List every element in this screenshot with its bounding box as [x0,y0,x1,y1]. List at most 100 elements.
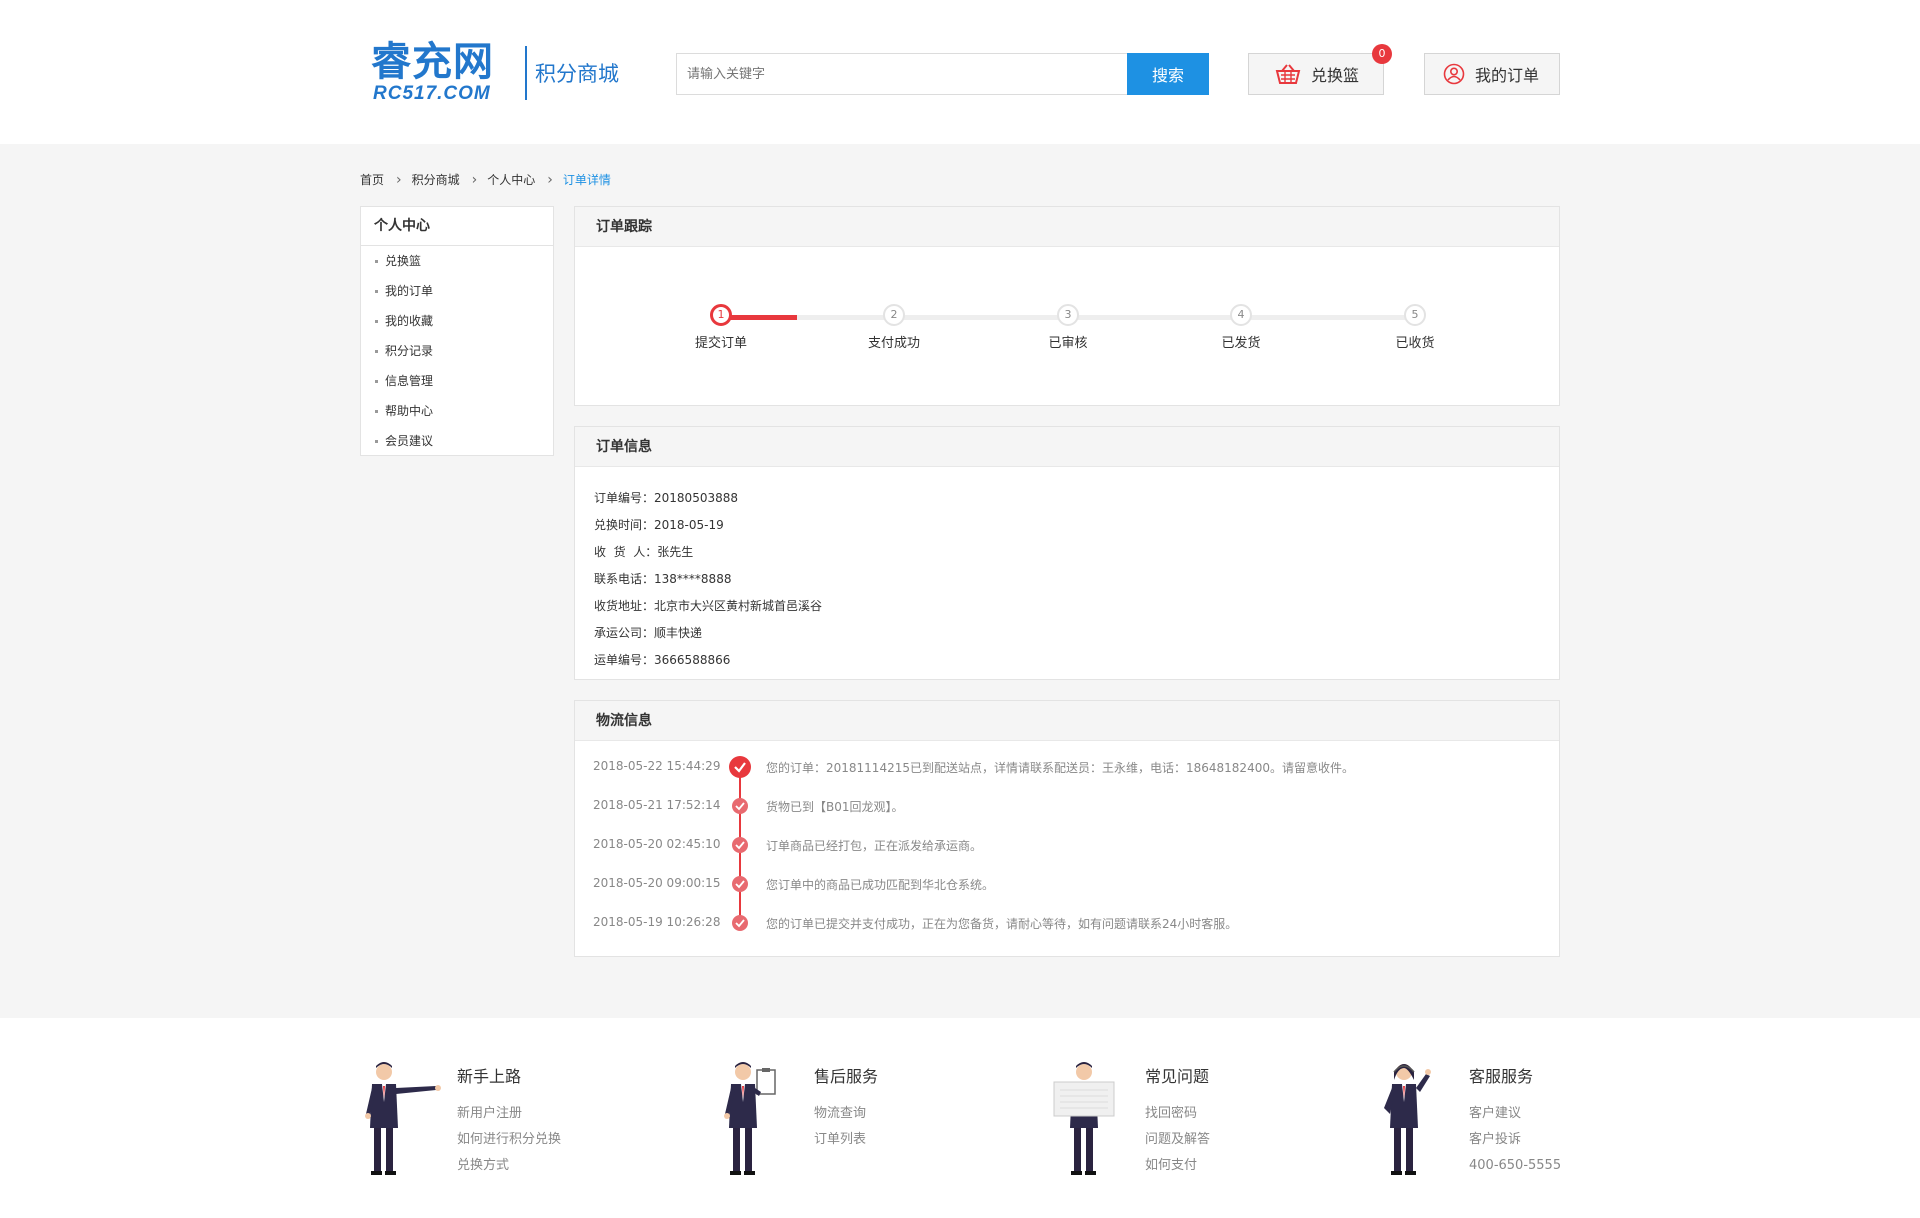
step-label: 支付成功 [867,336,920,351]
info-row-receiver: 收 货 人：张先生 [594,545,694,559]
pointing-man-illustration [365,1062,441,1175]
entry-time: 2018-05-21 17:52:14 [593,798,721,812]
chevron-right-icon: › [547,171,553,188]
sidebar-title: 个人中心 [361,207,553,246]
user-icon [1443,63,1465,85]
step-number: 5 [1404,304,1426,326]
sidebar-item-points[interactable]: 积分记录 [361,336,553,366]
footer-title: 新手上路 [457,1067,522,1086]
chevron-right-icon: › [396,171,402,188]
footer-link-reset-password[interactable]: 找回密码 [1145,1101,1210,1127]
check-icon [732,876,748,892]
search-button[interactable]: 搜索 [1127,53,1209,95]
entry-time: 2018-05-19 10:26:28 [593,915,721,929]
entry-text: 订单商品已经打包，正在派发给承运商。 [766,839,983,853]
entry-text: 货物已到【B01回龙观】。 [766,800,904,814]
panel-title: 订单跟踪 [575,207,1559,247]
breadcrumb-mall[interactable]: 积分商城 [412,171,460,188]
footer-link-orders[interactable]: 订单列表 [814,1127,866,1153]
footer-link-how-to-redeem[interactable]: 如何进行积分兑换 [457,1127,561,1153]
order-info-list: 订单编号：20180503888 兑换时间：2018-05-19 收 货 人：张… [575,467,1559,674]
panel-title: 物流信息 [575,701,1559,741]
sidebar-item-orders[interactable]: 我的订单 [361,276,553,306]
logo-text-en: RC517.COM [373,83,491,104]
step-4: 4 已发货 [1181,304,1301,351]
logistics-panel: 物流信息 2018-05-22 15:44:29 您的订单：2018111421… [574,700,1560,957]
step-number: 4 [1230,304,1252,326]
step-5: 5 已收货 [1355,304,1475,351]
footer-column-service: 客服服务 客户建议 客户投诉 400-650-5555 [1374,1048,1634,1178]
chevron-right-icon: › [471,171,478,188]
timeline-entry: 2018-05-19 10:26:28 您的订单已提交并支付成功，正在为您备货，… [575,905,1559,944]
step-3: 3 已审核 [1008,304,1128,351]
footer-link-register[interactable]: 新用户注册 [457,1101,561,1127]
entry-text: 您的订单已提交并支付成功，正在为您备货，请耐心等待，如有问题请联系24小时客服。 [766,917,1238,931]
info-row-date: 兑换时间：2018-05-19 [594,518,724,532]
entry-text: 您的订单：20181114215已到配送站点，详情请联系配送员：王永维，电话：1… [766,761,1354,775]
entry-time: 2018-05-22 15:44:29 [593,759,721,773]
sidebar-item-help[interactable]: 帮助中心 [361,396,553,426]
breadcrumb-current: 订单详情 [562,173,611,187]
sidebar-item-suggestion[interactable]: 会员建议 [361,426,553,456]
progress-steps: 1 提交订单 2 支付成功 3 已审核 4 已发货 5 已收货 [575,247,1559,405]
timeline-entry: 2018-05-22 15:44:29 您的订单：20181114215已到配送… [575,749,1559,788]
site-logo[interactable]: 睿充网 RC517.COM 积分商城 [371,40,641,104]
breadcrumb: 首页 › 积分商城 › 个人中心 › 订单详情 [360,171,611,188]
timeline-entry: 2018-05-20 02:45:10 订单商品已经打包，正在派发给承运商。 [575,827,1559,866]
footer-title: 客服服务 [1469,1067,1534,1086]
check-icon [732,915,748,931]
main-area: 首页 › 积分商城 › 个人中心 › 订单详情 个人中心 兑换篮 我的订单 我的… [0,144,1920,1018]
footer-column-newbie: 新手上路 新用户注册 如何进行积分兑换 兑换方式 [358,1048,618,1178]
footer-link-how-to-pay[interactable]: 如何支付 [1145,1153,1210,1179]
logistics-timeline: 2018-05-22 15:44:29 您的订单：20181114215已到配送… [575,741,1559,944]
step-label: 提交订单 [694,336,747,351]
panel-title: 订单信息 [575,427,1559,467]
footer-hotline: 400-650-5555 [1469,1158,1562,1173]
footer-link-redeem-methods[interactable]: 兑换方式 [457,1153,561,1179]
footer-link-qa[interactable]: 问题及解答 [1145,1127,1210,1153]
footer-column-faq: 常见问题 找回密码 问题及解答 如何支付 [1050,1048,1310,1178]
search-input[interactable] [676,53,1127,95]
step-label: 已发货 [1221,336,1261,351]
step-number: 1 [710,304,732,326]
footer-title: 常见问题 [1145,1067,1210,1086]
timeline-entry: 2018-05-21 17:52:14 货物已到【B01回龙观】。 [575,788,1559,827]
sidebar-item-cart[interactable]: 兑换篮 [361,246,553,276]
step-number: 3 [1057,304,1079,326]
footer-link-complaint[interactable]: 客户投诉 [1469,1127,1561,1153]
info-row-order-no: 订单编号：20180503888 [594,491,738,505]
logo-divider [525,46,527,100]
check-icon [732,837,748,853]
breadcrumb-home[interactable]: 首页 [360,171,384,188]
entry-time: 2018-05-20 02:45:10 [593,837,721,851]
my-orders-label: 我的订单 [1475,66,1540,85]
cart-label: 兑换篮 [1311,66,1360,85]
footer-links: 客户建议 客户投诉 400-650-5555 [1469,1101,1561,1179]
order-info-panel: 订单信息 订单编号：20180503888 兑换时间：2018-05-19 收 … [574,426,1560,680]
sidebar-item-info[interactable]: 信息管理 [361,366,553,396]
header: 睿充网 RC517.COM 积分商城 搜索 兑换篮 0 我的订单 [0,0,1920,144]
sign-man-illustration [1053,1062,1115,1175]
footer: 新手上路 新用户注册 如何进行积分兑换 兑换方式 售后服务 物流查询 订单列表 [0,1018,1920,1218]
step-label: 已收货 [1395,336,1435,351]
breadcrumb-center[interactable]: 个人中心 [487,171,535,188]
sidebar-item-favorites[interactable]: 我的收藏 [361,306,553,336]
order-tracking-panel: 订单跟踪 1 提交订单 2 支付成功 3 已审核 4 已发货 5 已收货 [574,206,1560,406]
info-row-tracking-no: 运单编号：3666588866 [594,653,731,667]
search-bar: 搜索 [676,53,1209,95]
check-icon [732,798,748,814]
cart-count-badge: 0 [1372,44,1392,64]
footer-link-suggestion[interactable]: 客户建议 [1469,1101,1561,1127]
step-2: 2 支付成功 [834,304,954,351]
footer-links: 新用户注册 如何进行积分兑换 兑换方式 [457,1101,561,1179]
footer-links: 物流查询 订单列表 [814,1101,866,1153]
step-1: 1 提交订单 [661,304,781,351]
cart-button[interactable]: 兑换篮 [1248,53,1384,95]
check-icon [729,756,751,778]
info-row-address: 收货地址：北京市大兴区黄村新城首邑溪谷 [594,599,823,613]
logo-text-cn: 睿充网 [371,38,494,85]
footer-link-logistics[interactable]: 物流查询 [814,1101,866,1127]
my-orders-button[interactable]: 我的订单 [1424,53,1560,95]
footer-column-aftersales: 售后服务 物流查询 订单列表 [717,1048,977,1178]
footer-title: 售后服务 [814,1067,879,1086]
